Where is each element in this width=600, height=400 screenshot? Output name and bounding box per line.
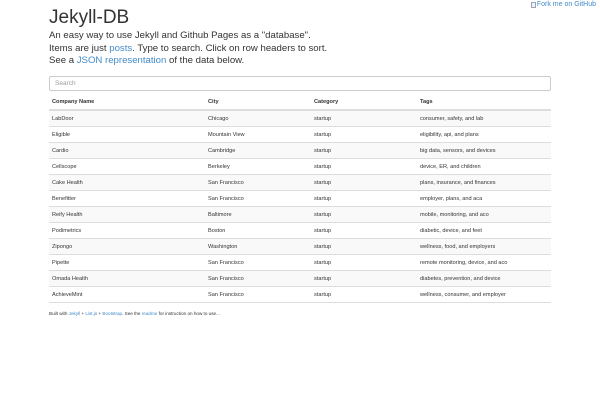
cell-category: startup xyxy=(311,238,417,255)
cell-city: San Francisco xyxy=(205,190,311,207)
header-city[interactable]: City xyxy=(205,95,311,111)
table-row: Cardio Cambridge startup big data, sensors,… xyxy=(49,142,551,159)
table-row: Podimetrics Boston startup diabetic, device… xyxy=(49,222,551,239)
table-row: Reify Health Baltimore startup mobile, moni… xyxy=(49,206,551,223)
cell-tags: device, ER, and children xyxy=(417,158,551,175)
cell-tags: mobile, monitoring, and aco xyxy=(417,206,551,223)
intro-line-3: See a JSON representation of the data be… xyxy=(49,55,551,68)
table-row: Pipette San Francisco startup remote monito… xyxy=(49,254,551,271)
cell-company-name: Benefitter xyxy=(49,190,205,207)
table-row: Omada Health San Francisco startup diabetes… xyxy=(49,270,551,287)
cell-category: startup xyxy=(311,190,417,207)
cell-city: San Francisco xyxy=(205,174,311,191)
intro-text: An easy way to use Jekyll and Github Pag… xyxy=(49,30,551,68)
header-company-name[interactable]: Company Name xyxy=(49,95,205,111)
cell-tags: wellness, food, and employers xyxy=(417,238,551,255)
broken-image-icon xyxy=(530,1,536,8)
intro-line-2-prefix: Items are just xyxy=(49,42,110,54)
companies-table: Company Name City Category Tags LabDoor C… xyxy=(49,95,551,303)
cell-company-name: Podimetrics xyxy=(49,222,205,239)
cell-tags: big data, sensors, and devices xyxy=(417,142,551,159)
cell-category: startup xyxy=(311,206,417,223)
json-representation-link[interactable]: JSON representation xyxy=(77,55,167,66)
cell-city: Berkeley xyxy=(205,158,311,175)
intro-line-1: An easy way to use Jekyll and Github Pag… xyxy=(49,30,311,41)
cell-city: Baltimore xyxy=(205,206,311,223)
cell-tags: consumer, safety, and lab xyxy=(417,109,551,127)
cell-category: startup xyxy=(311,142,417,159)
cell-company-name: Eligible xyxy=(49,126,205,143)
cell-category: startup xyxy=(311,286,417,303)
cell-category: startup xyxy=(311,270,417,287)
cell-company-name: Reify Health xyxy=(49,206,205,223)
cell-company-name: Cardio xyxy=(49,142,205,159)
cell-tags: remote monitoring, device, and aco xyxy=(417,254,551,271)
cell-tags: diabetes, prevention, and device xyxy=(417,270,551,287)
cell-category: startup xyxy=(311,174,417,191)
cell-company-name: Zipongo xyxy=(49,238,205,255)
cell-category: startup xyxy=(311,222,417,239)
header-tags[interactable]: Tags xyxy=(417,95,551,111)
cell-city: Cambridge xyxy=(205,142,311,159)
table-row: AchieveMint San Francisco startup wellness,… xyxy=(49,286,551,303)
footer-suffix: for instruction on how to use... xyxy=(157,311,220,316)
cell-category: startup xyxy=(311,158,417,175)
footer-built-with: Built with xyxy=(49,311,69,316)
footer: Built with Jekyll + List.js + Bootstrap.… xyxy=(49,311,220,317)
cell-category: startup xyxy=(311,254,417,271)
cell-company-name: Pipette xyxy=(49,254,205,271)
cell-city: Boston xyxy=(205,222,311,239)
cell-company-name: AchieveMint xyxy=(49,286,205,303)
header-category[interactable]: Category xyxy=(311,95,417,111)
posts-link[interactable]: posts xyxy=(109,43,132,54)
cell-tags: plans, insurance, and finances xyxy=(417,174,551,191)
intro-line-2: Items are just posts. Type to search. Cl… xyxy=(49,43,551,56)
cell-company-name: LabDoor xyxy=(49,109,205,127)
cell-tags: diabetic, device, and feet xyxy=(417,222,551,239)
table-row: Cellscope Berkeley startup device, ER, and … xyxy=(49,158,551,175)
intro-line-3-suffix: of the data below. xyxy=(166,55,245,66)
fork-me-alt-text: Fork me on GitHub xyxy=(536,1,596,8)
table-row: Cake Health San Francisco startup plans, in… xyxy=(49,174,551,191)
table-header-row: Company Name City Category Tags xyxy=(49,95,551,111)
table-row: Benefitter San Francisco startup employer, … xyxy=(49,190,551,207)
cell-city: San Francisco xyxy=(205,254,311,271)
table-row: Eligible Mountain View startup eligibility,… xyxy=(49,126,551,143)
cell-tags: wellness, consumer, and employer xyxy=(417,286,551,303)
cell-tags: eligibility, api, and plans xyxy=(417,126,551,143)
cell-city: Washington xyxy=(205,238,311,255)
table-row: LabDoor Chicago startup consumer, safety, a… xyxy=(49,109,551,127)
cell-tags: employer, plans, and aca xyxy=(417,190,551,207)
table-row: Zipongo Washington startup wellness, food, … xyxy=(49,238,551,255)
cell-city: San Francisco xyxy=(205,286,311,303)
cell-city: San Francisco xyxy=(205,270,311,287)
cell-company-name: Cellscope xyxy=(49,158,205,175)
fork-me-on-github-link[interactable]: Fork me on GitHub xyxy=(530,0,596,9)
readme-link[interactable]: readme xyxy=(142,311,158,316)
page-title: Jekyll-DB xyxy=(49,7,130,28)
cell-city: Mountain View xyxy=(205,126,311,143)
cell-company-name: Omada Health xyxy=(49,270,205,287)
intro-line-3-prefix: See a xyxy=(49,55,77,66)
cell-category: startup xyxy=(311,126,417,143)
intro-line-2-suffix: . Type to search. Click on row headers t… xyxy=(132,42,328,54)
jekyll-link[interactable]: Jekyll xyxy=(69,311,81,316)
cell-category: startup xyxy=(311,109,417,127)
search-input[interactable] xyxy=(49,76,551,91)
listjs-link[interactable]: List.js xyxy=(85,311,97,316)
bootstrap-link[interactable]: Bootstrap xyxy=(102,311,122,316)
table-body: LabDoor Chicago startup consumer, safety, a… xyxy=(49,109,551,303)
cell-company-name: Cake Health xyxy=(49,174,205,191)
cell-city: Chicago xyxy=(205,109,311,127)
footer-see-the: . See the xyxy=(122,311,142,316)
